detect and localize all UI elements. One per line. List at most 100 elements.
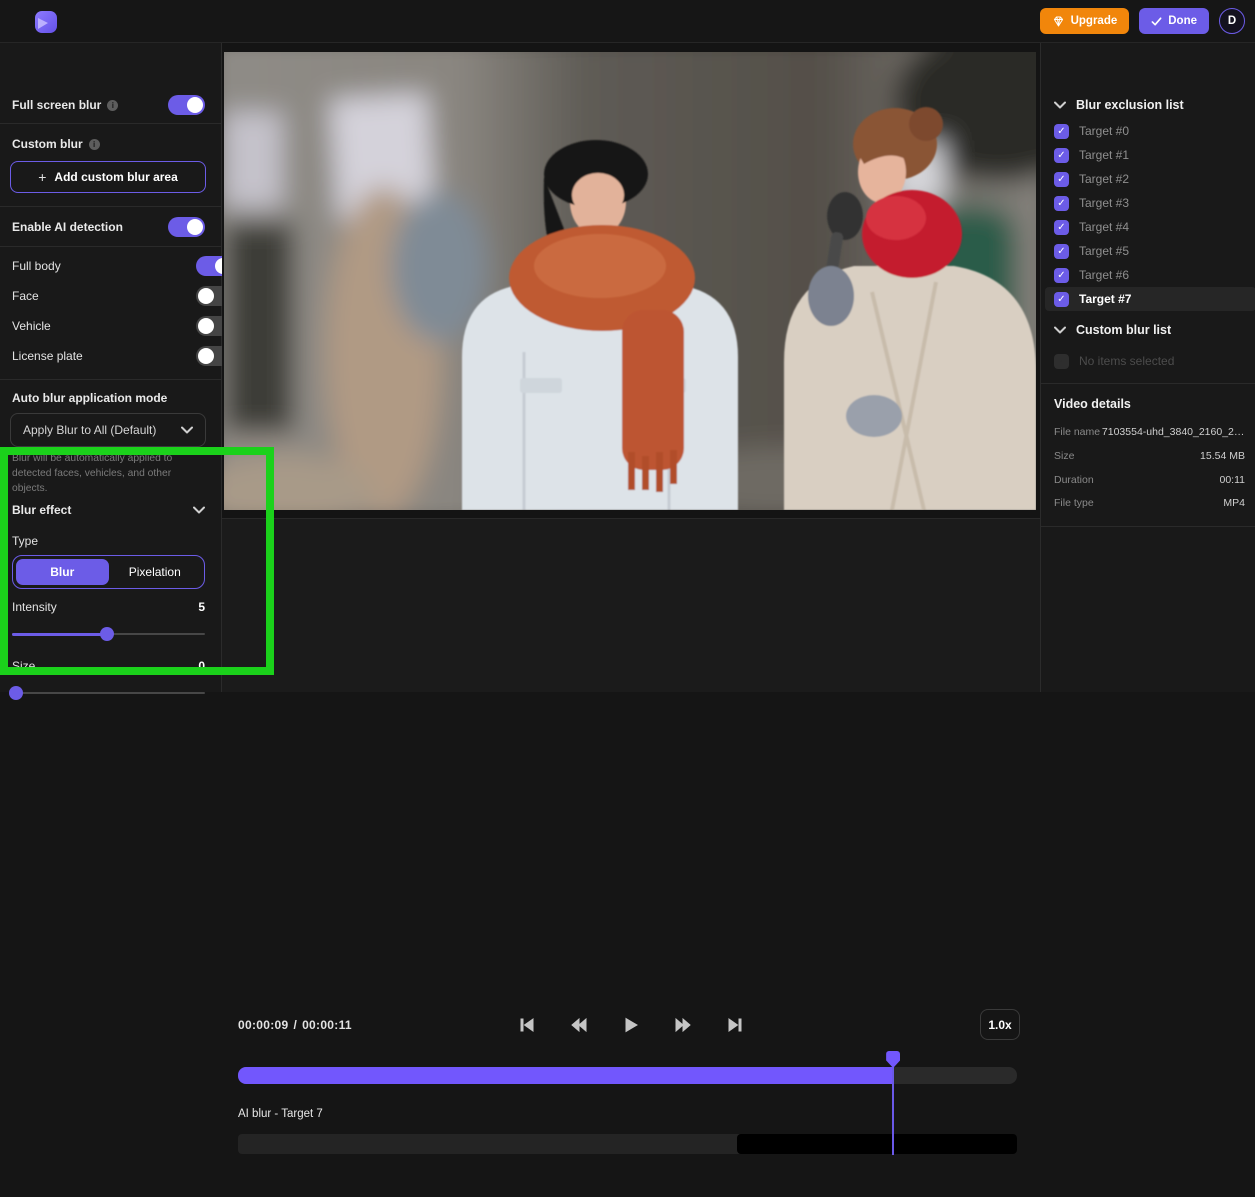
top-bar: Upgrade Done D [0, 0, 1255, 43]
skip-start-button[interactable] [518, 1016, 536, 1034]
blur-type-option-pixelation[interactable]: Pixelation [109, 559, 202, 585]
check-icon [1151, 16, 1162, 27]
blur-exclusion-list-header[interactable]: Blur exclusion list [1054, 95, 1247, 115]
custom-blur-label: Custom blur i [12, 137, 100, 151]
add-custom-blur-area-button[interactable]: + Add custom blur area [10, 161, 206, 193]
blur-exclusion-list-title: Blur exclusion list [1076, 98, 1184, 112]
size-slider-thumb[interactable] [9, 686, 23, 700]
intensity-slider-thumb[interactable] [100, 627, 114, 641]
checkbox-checked-icon[interactable]: ✓ [1054, 172, 1069, 187]
target-row[interactable]: ✓Target #4 [1041, 215, 1255, 239]
intensity-slider[interactable] [12, 627, 205, 641]
license-plate-label: License plate [12, 349, 83, 363]
checkbox-checked-icon[interactable]: ✓ [1054, 220, 1069, 235]
detail-label: Duration [1054, 473, 1106, 489]
main-area: 00:00:09 / 00:00:11 1.0x AI blur - Targe… [222, 43, 1040, 692]
info-icon[interactable]: i [89, 139, 100, 150]
blur-type-option-blur[interactable]: Blur [16, 559, 109, 585]
target-row[interactable]: ✓ Target #2 [1041, 167, 1255, 191]
enable-ai-detection-label: Enable AI detection [12, 220, 123, 234]
add-custom-blur-label: Add custom blur area [54, 170, 177, 184]
auto-blur-mode-value: Apply Blur to All (Default) [23, 423, 156, 437]
detail-row: File name7103554-uhd_3840_2160_25fp... [1054, 421, 1245, 445]
progress-fill [238, 1067, 893, 1084]
blur-active-segment [737, 1134, 1017, 1154]
playback-speed-button[interactable]: 1.0x [980, 1009, 1020, 1040]
full-screen-blur-toggle[interactable] [168, 95, 205, 115]
done-button[interactable]: Done [1139, 8, 1209, 34]
right-panel: Blur exclusion list ✓ Target #0 ✓ Target #1… [1040, 43, 1255, 692]
info-icon[interactable]: i [107, 100, 118, 111]
rewind-button[interactable] [570, 1016, 588, 1034]
video-details-list: File name7103554-uhd_3840_2160_25fp...Si… [1054, 421, 1245, 516]
auto-blur-mode-helper-text: Blur will be automatically applied to de… [12, 452, 204, 497]
checkbox-checked-icon[interactable]: ✓ [1054, 268, 1069, 283]
done-label: Done [1168, 15, 1197, 27]
avatar-initial: D [1228, 15, 1236, 27]
blur-track-bar[interactable] [238, 1134, 1017, 1154]
target-row[interactable]: ✓ Target #1 [1041, 143, 1255, 167]
video-preview[interactable] [224, 52, 1036, 510]
avatar[interactable]: D [1219, 8, 1245, 34]
play-button[interactable] [622, 1016, 640, 1034]
auto-blur-mode-select[interactable]: Apply Blur to All (Default) [10, 413, 206, 447]
current-time: 00:00:09 [238, 1018, 288, 1032]
target-row[interactable]: ✓ Target #0 [1041, 119, 1255, 143]
intensity-slider-fill [12, 633, 107, 636]
timeline: AI blur - Target 7 [238, 1051, 1017, 1197]
fast-forward-button[interactable] [674, 1016, 692, 1034]
target-label: Target #6 [1079, 268, 1129, 282]
custom-blur-list-header[interactable]: Custom blur list [1054, 320, 1247, 340]
detail-value: MP4 [1223, 496, 1245, 512]
target-row[interactable]: ✓ Target #7 [1045, 287, 1255, 311]
type-label: Type [12, 534, 38, 548]
vehicle-label: Vehicle [12, 319, 51, 333]
detection-toggle-row: Face [12, 281, 233, 311]
checkbox-checked-icon[interactable]: ✓ [1054, 196, 1069, 211]
enable-ai-detection-toggle[interactable] [168, 217, 205, 237]
size-value: 0 [198, 659, 205, 673]
detail-value: 00:11 [1220, 473, 1246, 489]
size-slider[interactable] [12, 686, 205, 700]
intensity-label: Intensity [12, 600, 57, 614]
size-slider-track[interactable] [12, 692, 205, 694]
checkbox-checked-icon[interactable]: ✓ [1054, 124, 1069, 139]
custom-blur-list-title: Custom blur list [1076, 323, 1171, 337]
playhead-handle[interactable] [886, 1051, 900, 1068]
target-label: Target #2 [1079, 172, 1129, 186]
target-row[interactable]: ✓Target #5 [1041, 239, 1255, 263]
app-logo-icon[interactable] [34, 10, 58, 34]
playhead-line [892, 1067, 894, 1155]
checkbox-checked-icon[interactable]: ✓ [1054, 244, 1069, 259]
detection-toggle-row: Full body [12, 251, 233, 281]
skip-end-button[interactable] [726, 1016, 744, 1034]
detail-row: Size15.54 MB [1054, 445, 1245, 469]
upgrade-button[interactable]: Upgrade [1040, 8, 1130, 34]
intensity-value: 5 [198, 600, 205, 614]
plus-icon: + [38, 169, 46, 185]
size-label: Size [12, 659, 35, 673]
target-row[interactable]: ✓ Target #6 [1041, 263, 1255, 287]
chevron-down-icon[interactable] [193, 506, 205, 514]
detail-label: File type [1054, 496, 1106, 512]
target-row[interactable]: ✓ Target #3 [1041, 191, 1255, 215]
detail-row: File type MP4 [1054, 492, 1245, 516]
track-label: AI blur - Target 7 [238, 1108, 323, 1120]
time-separator: / [293, 1018, 297, 1032]
target-label: Target #3 [1079, 196, 1129, 210]
blur-effect-title: Blur effect [12, 503, 71, 517]
detail-label: Size [1054, 449, 1106, 465]
total-time: 00:00:11 [302, 1018, 352, 1032]
detail-row: Duration 00:11 [1054, 469, 1245, 493]
checkbox-checked-icon[interactable]: ✓ [1054, 148, 1069, 163]
playback-controls [518, 1009, 744, 1040]
gem-icon [1052, 15, 1065, 28]
target-label: Target #7 [1079, 292, 1131, 306]
face-label: Face [12, 289, 39, 303]
upgrade-label: Upgrade [1071, 15, 1118, 27]
checkbox-checked-icon[interactable]: ✓ [1054, 292, 1069, 307]
target-label: Target #0 [1079, 124, 1129, 138]
full-screen-blur-label: Full screen blur i [12, 98, 118, 112]
target-label: Target #1 [1079, 148, 1129, 162]
progress-bar[interactable] [238, 1067, 1017, 1084]
